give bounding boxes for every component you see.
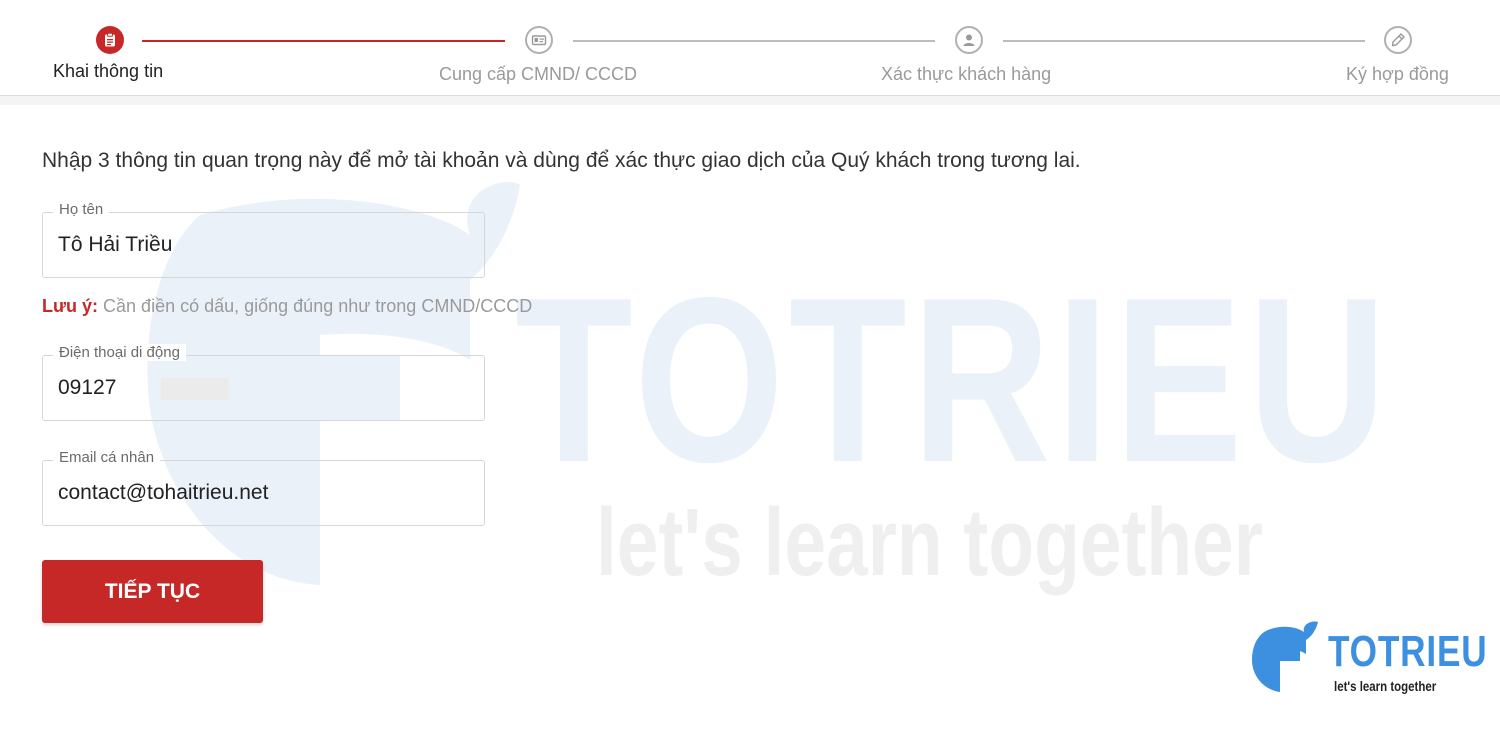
- step-connector-1: [142, 40, 505, 42]
- step-label-khai-thong-tin[interactable]: Khai thông tin: [53, 61, 163, 82]
- brand-logo: TOTRIEU let's learn together: [1250, 618, 1487, 698]
- step-label-xac-thuc[interactable]: Xác thực khách hàng: [881, 64, 1051, 85]
- clipboard-icon[interactable]: [96, 26, 124, 54]
- user-icon[interactable]: [955, 26, 983, 54]
- logo-tagline: let's learn together: [1334, 678, 1437, 694]
- step-connector-2: [573, 40, 935, 42]
- input-note: Lưu ý: Cần điền có dấu, giống đúng như t…: [42, 296, 532, 317]
- step-connector-3: [1003, 40, 1365, 42]
- continue-button[interactable]: TIẾP TỤC: [42, 560, 263, 623]
- logo-brand: TOTRIEU: [1328, 627, 1488, 676]
- logo-mark-icon: [1252, 621, 1318, 692]
- header-divider: [0, 96, 1500, 105]
- progress-stepper: Khai thông tin Cung cấp CMND/ CCCD Xác t…: [0, 0, 1500, 96]
- email-input[interactable]: [58, 461, 458, 525]
- note-prefix: Lưu ý:: [42, 296, 99, 316]
- fullname-input[interactable]: [58, 213, 458, 277]
- note-text: Cần điền có dấu, giống đúng như trong CM…: [98, 296, 533, 316]
- form-intro: Nhập 3 thông tin quan trọng này để mở tà…: [42, 149, 1081, 172]
- id-card-icon[interactable]: [525, 26, 553, 54]
- fullname-field[interactable]: Họ tên: [42, 201, 485, 278]
- phone-redaction: [161, 378, 229, 400]
- phone-input[interactable]: [58, 356, 458, 420]
- step-label-cung-cap-cmnd[interactable]: Cung cấp CMND/ CCCD: [439, 64, 637, 85]
- step-label-ky-hop-dong[interactable]: Ký hợp đồng: [1346, 64, 1449, 85]
- email-field[interactable]: Email cá nhân: [42, 449, 485, 526]
- pen-icon[interactable]: [1384, 26, 1412, 54]
- phone-field[interactable]: Điện thoại di động: [42, 344, 485, 421]
